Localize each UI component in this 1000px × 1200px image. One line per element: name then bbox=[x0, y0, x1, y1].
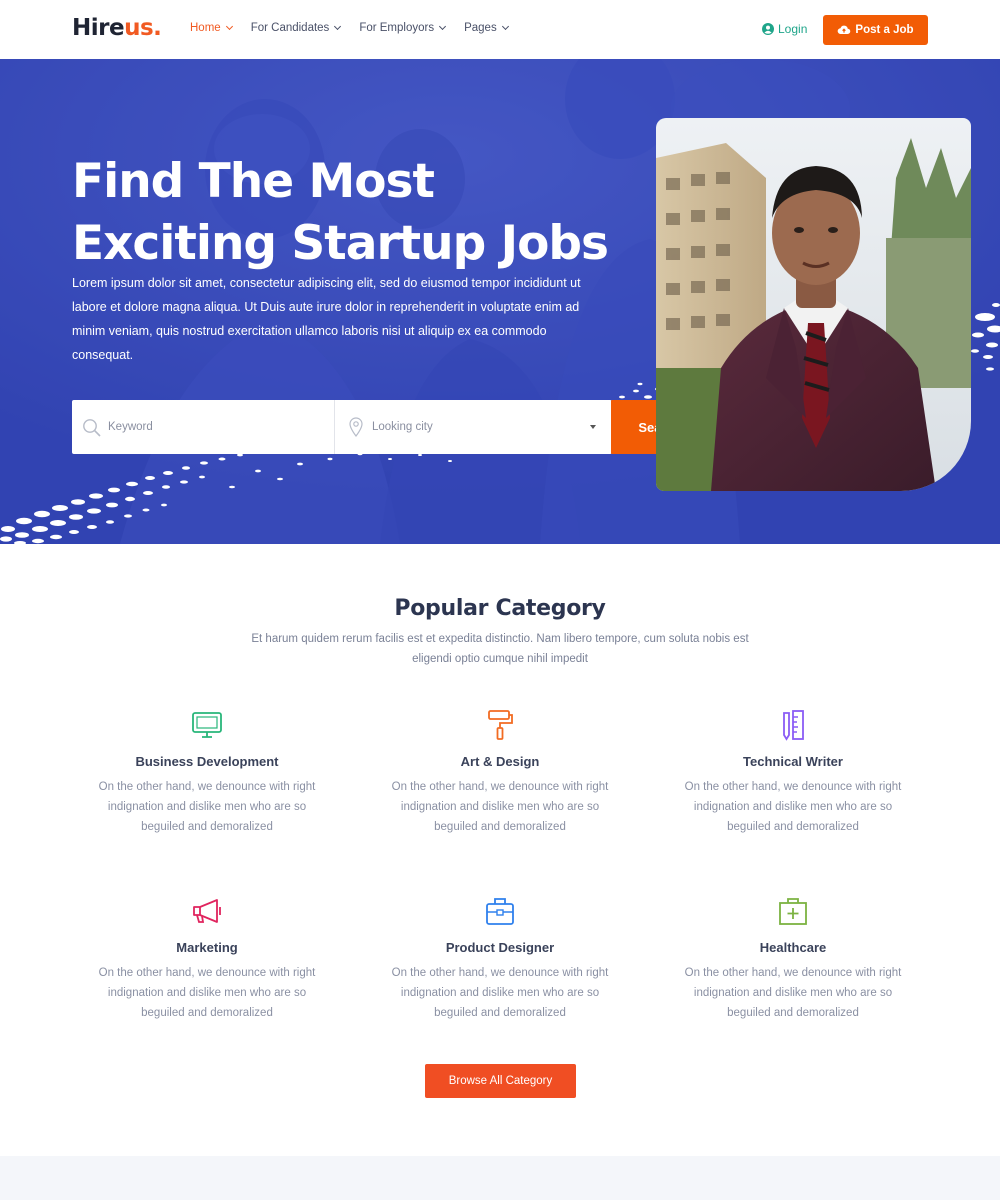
nav-item-home[interactable]: Home bbox=[190, 22, 233, 34]
category-description: On the other hand, we denounce with righ… bbox=[98, 967, 316, 1019]
category-description: On the other hand, we denounce with righ… bbox=[391, 967, 609, 1019]
job-search-form: Looking city bbox=[72, 400, 612, 454]
browse-all-category-button[interactable]: Browse All Category bbox=[425, 1064, 576, 1098]
city-select-value: Looking city bbox=[372, 421, 433, 433]
keyword-input[interactable] bbox=[108, 415, 328, 439]
caret-down-icon bbox=[590, 425, 596, 429]
chevron-down-icon bbox=[225, 22, 233, 31]
nav-item-for-candidates[interactable]: For Candidates bbox=[250, 22, 342, 34]
category-name[interactable]: Product Designer bbox=[380, 940, 620, 955]
top-navbar: Hireus. Home For Candidates For Employor… bbox=[0, 0, 1000, 60]
user-circle-icon bbox=[762, 23, 774, 35]
category-card-art-design[interactable]: Art & Design On the other hand, we denou… bbox=[380, 708, 620, 837]
nav-item-pages[interactable]: Pages bbox=[464, 22, 509, 34]
pencil-ruler-icon bbox=[783, 710, 804, 741]
category-description: On the other hand, we denounce with righ… bbox=[684, 781, 902, 833]
category-description: On the other hand, we denounce with righ… bbox=[684, 967, 902, 1019]
category-section-title: Popular Category bbox=[394, 596, 606, 621]
nav-item-for-employors[interactable]: For Employors bbox=[359, 22, 447, 34]
chevron-down-icon bbox=[501, 22, 509, 31]
person-photo-illustration bbox=[656, 118, 971, 491]
category-name[interactable]: Business Development bbox=[87, 754, 327, 769]
category-name[interactable]: Technical Writer bbox=[673, 754, 913, 769]
city-select[interactable]: Looking city bbox=[372, 415, 608, 439]
hero-title: Find The Most Exciting Startup Jobs bbox=[72, 151, 652, 275]
category-card-technical-writer[interactable]: Technical Writer On the other hand, we d… bbox=[673, 708, 913, 837]
category-card-business-development[interactable]: Business Development On the other hand, … bbox=[87, 708, 327, 837]
category-section-subtitle: Et harum quidem rerum facilis est et exp… bbox=[251, 633, 749, 665]
next-section-band bbox=[0, 1156, 1000, 1200]
category-name[interactable]: Marketing bbox=[87, 940, 327, 955]
cloud-upload-icon bbox=[838, 25, 851, 34]
brand-name-main: Hire bbox=[72, 15, 125, 41]
hero-person-photo bbox=[656, 118, 971, 491]
search-icon bbox=[83, 419, 101, 437]
nav-item-label: Pages bbox=[464, 22, 497, 34]
megaphone-icon bbox=[193, 899, 221, 923]
brand-logo[interactable]: Hireus. bbox=[72, 15, 162, 41]
category-card-product-designer[interactable]: Product Designer On the other hand, we d… bbox=[380, 894, 620, 1023]
category-card-marketing[interactable]: Marketing On the other hand, we denounce… bbox=[87, 894, 327, 1023]
category-description: On the other hand, we denounce with righ… bbox=[98, 781, 316, 833]
nav-item-label: For Candidates bbox=[250, 22, 330, 34]
map-pin-icon bbox=[349, 417, 363, 437]
search-divider bbox=[334, 400, 335, 454]
category-card-healthcare[interactable]: Healthcare On the other hand, we denounc… bbox=[673, 894, 913, 1023]
chevron-down-icon bbox=[334, 22, 342, 31]
paint-roller-icon bbox=[488, 710, 513, 740]
post-job-label: Post a Job bbox=[855, 24, 914, 36]
nav-item-label: For Employors bbox=[359, 22, 435, 34]
hero-title-line-2: Exciting Startup Jobs bbox=[72, 216, 609, 271]
medical-kit-icon bbox=[779, 898, 807, 925]
monitor-icon bbox=[192, 712, 222, 738]
hero-section: Find The Most Exciting Startup Jobs Lore… bbox=[0, 59, 1000, 544]
post-job-button[interactable]: Post a Job bbox=[823, 15, 928, 45]
hero-title-line-1: Find The Most bbox=[72, 154, 435, 209]
brand-name-accent: us. bbox=[124, 15, 162, 41]
briefcase-icon bbox=[486, 898, 514, 925]
category-description: On the other hand, we denounce with righ… bbox=[391, 781, 609, 833]
category-name[interactable]: Healthcare bbox=[673, 940, 913, 955]
hero-description: Lorem ipsum dolor sit amet, consectetur … bbox=[72, 276, 581, 362]
category-name[interactable]: Art & Design bbox=[380, 754, 620, 769]
login-link[interactable]: Login bbox=[762, 22, 807, 36]
nav-item-label: Home bbox=[190, 22, 221, 34]
main-nav: Home For Candidates For Employors Pages bbox=[190, 22, 509, 34]
login-label: Login bbox=[778, 22, 808, 36]
chevron-down-icon bbox=[439, 22, 447, 31]
